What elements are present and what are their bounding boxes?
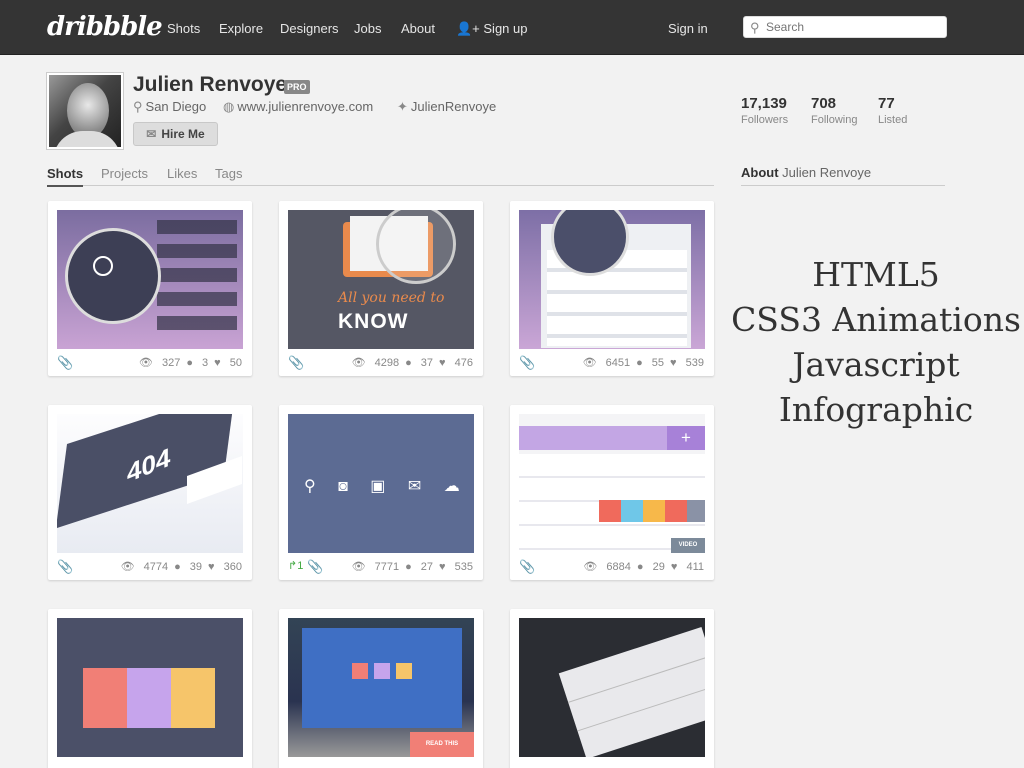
sign-in-link[interactable]: Sign in xyxy=(668,21,708,36)
rebound-icon[interactable]: ↱1 xyxy=(288,559,303,572)
location-pin-icon: ⚲ xyxy=(133,99,143,114)
comment-icon: ● xyxy=(405,357,412,369)
document-icon xyxy=(127,668,171,728)
profile-tabs: Shots Projects Likes Tags xyxy=(47,165,714,187)
comment-icon: ● xyxy=(636,357,643,369)
shot-thumbnail[interactable] xyxy=(57,210,243,349)
globe-icon: ◍ xyxy=(223,99,235,114)
search-input[interactable] xyxy=(766,19,942,35)
tab-shots[interactable]: Shots xyxy=(47,166,84,187)
heart-icon[interactable]: ♥ xyxy=(439,357,446,369)
skill-item: Javascript xyxy=(792,345,960,384)
skills-overlay: HTML5 CSS3 Animations Javascript Infogra… xyxy=(714,252,1024,432)
shot-card[interactable]: READ THIS xyxy=(279,609,483,768)
shot-card[interactable]: 📎 👁 6451 ● 55 ♥ 539 xyxy=(510,201,714,376)
tab-projects[interactable]: Projects xyxy=(101,166,148,181)
attachment-icon[interactable]: 📎 xyxy=(57,559,73,575)
skill-item: HTML5 xyxy=(812,255,940,294)
stat-followers[interactable]: 17,139 Followers xyxy=(741,95,788,126)
hire-me-button[interactable]: ✉ Hire Me xyxy=(133,122,218,146)
nav-designers[interactable]: Designers xyxy=(280,21,339,36)
heart-icon[interactable]: ♥ xyxy=(439,561,446,573)
heart-icon[interactable]: ♥ xyxy=(214,357,221,369)
shot-art-text: All you need to xyxy=(338,290,445,306)
shot-card[interactable] xyxy=(48,609,252,768)
views-icon: 👁 xyxy=(120,561,135,573)
comment-icon: ● xyxy=(174,561,181,573)
heart-icon[interactable]: ♥ xyxy=(208,561,215,573)
play-icon xyxy=(93,256,113,276)
nav-explore[interactable]: Explore xyxy=(219,21,263,36)
heart-icon[interactable]: ♥ xyxy=(671,561,678,573)
attachment-icon[interactable]: 📎 xyxy=(307,559,323,575)
profile-location: ⚲ San Diego xyxy=(133,99,207,114)
shot-card[interactable]: 📎 👁 327 ● 3 ♥ 50 xyxy=(48,201,252,376)
comment-icon: ● xyxy=(405,561,412,573)
attachment-icon[interactable]: 📎 xyxy=(519,355,535,371)
add-user-icon: 👤+ xyxy=(456,21,484,36)
envelope-icon: ✉ xyxy=(146,127,157,141)
views-icon: 👁 xyxy=(582,357,597,369)
views-icon: 👁 xyxy=(351,561,366,573)
read-this-button: READ THIS xyxy=(410,732,474,757)
comment-icon: ● xyxy=(636,561,644,573)
profile-name[interactable]: Julien Renvoye xyxy=(133,73,287,97)
search-icon: ⚲ xyxy=(750,20,760,35)
attachment-icon[interactable]: 📎 xyxy=(57,355,73,371)
stat-listed[interactable]: 77 Listed xyxy=(878,95,907,126)
dribbble-logo[interactable]: dribbble xyxy=(47,12,163,42)
profile-twitter[interactable]: ✦ JulienRenvoye xyxy=(397,99,496,115)
avatar[interactable] xyxy=(47,73,123,149)
video-badge: VIDEO xyxy=(671,538,705,553)
twitter-bird-icon: ✦ xyxy=(397,99,408,114)
shot-thumbnail[interactable]: ⚲ ◙ ▣ ✉ ☁ xyxy=(288,414,474,553)
heart-icon[interactable]: ♥ xyxy=(670,357,677,369)
attachment-icon[interactable]: 📎 xyxy=(288,355,304,371)
pro-badge: PRO xyxy=(284,80,310,94)
views-icon: 👁 xyxy=(138,357,153,369)
shot-thumbnail[interactable] xyxy=(57,618,243,757)
shot-thumbnail[interactable] xyxy=(519,210,705,349)
bell-icon xyxy=(83,668,127,728)
comment-icon: ● xyxy=(186,357,193,369)
nav-about[interactable]: About xyxy=(401,21,435,36)
shot-thumbnail[interactable]: + VIDEO xyxy=(519,414,705,553)
shot-card[interactable] xyxy=(510,609,714,768)
shot-card[interactable]: + VIDEO 📎 👁 6884 ● 29 ♥ 411 xyxy=(510,405,714,580)
shot-card[interactable]: ⚲ ◙ ▣ ✉ ☁ ↱1 📎 👁 7771 ● 27 ♥ 535 xyxy=(279,405,483,580)
shot-card[interactable]: All you need to KNOW 📎 👁 4298 ● 37 ♥ 476 xyxy=(279,201,483,376)
shot-thumbnail[interactable]: READ THIS xyxy=(288,618,474,757)
shot-thumbnail[interactable] xyxy=(519,618,705,757)
shot-thumbnail[interactable]: 404 xyxy=(57,414,243,553)
plus-icon: + xyxy=(667,426,705,450)
skill-item: Infographic xyxy=(778,390,974,429)
views-icon: 👁 xyxy=(351,357,366,369)
shot-icon-row: ⚲ ◙ ▣ ✉ ☁ xyxy=(304,478,469,495)
profile-website[interactable]: ◍ www.julienrenvoye.com xyxy=(223,99,373,115)
shot-art-text: KNOW xyxy=(338,310,409,333)
skill-item: CSS3 Animations xyxy=(731,300,1021,339)
tab-tags[interactable]: Tags xyxy=(215,166,242,181)
shot-thumbnail[interactable]: All you need to KNOW xyxy=(288,210,474,349)
sign-up-label: Sign up xyxy=(483,21,528,36)
stat-following[interactable]: 708 Following xyxy=(811,95,857,126)
tab-likes[interactable]: Likes xyxy=(167,166,197,181)
top-nav-bar: dribbble Shots Explore Designers Jobs Ab… xyxy=(0,0,1024,55)
search-box[interactable]: ⚲ xyxy=(743,16,947,38)
nav-jobs[interactable]: Jobs xyxy=(354,21,381,36)
shot-card[interactable]: 404 📎 👁 4774 ● 39 ♥ 360 xyxy=(48,405,252,580)
nav-sign-up[interactable]: 👤+ Sign up xyxy=(456,21,527,37)
about-heading: About Julien Renvoye xyxy=(741,165,945,186)
views-icon: 👁 xyxy=(583,561,598,573)
pdf-icon xyxy=(171,668,215,728)
nav-shots[interactable]: Shots xyxy=(167,21,200,36)
attachment-icon[interactable]: 📎 xyxy=(519,559,535,575)
